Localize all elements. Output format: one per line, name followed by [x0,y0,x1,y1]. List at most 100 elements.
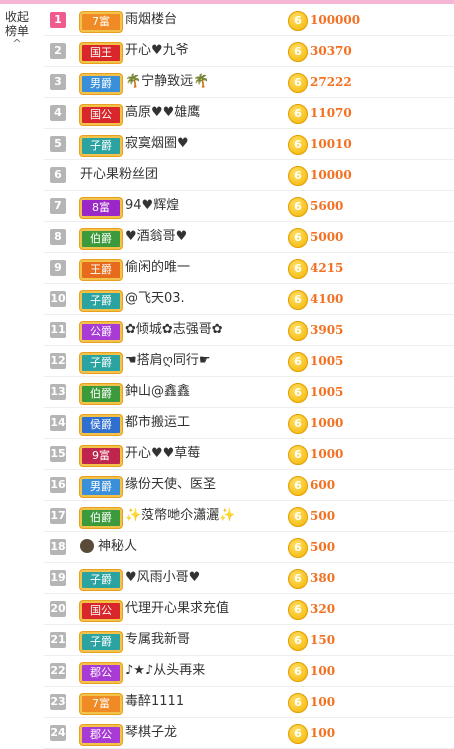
rank-number: 21 [50,632,66,648]
ranking-row[interactable]: 6 开心果粉丝团 6 10000 [44,160,454,191]
user-name[interactable]: 🌴宁静致远🌴 [125,67,209,97]
user-name[interactable]: 偷闲的唯一 [125,253,190,283]
ranking-row[interactable]: 8 伯爵 ♥酒翁哥♥ 6 5000 [44,222,454,253]
coin-icon: 6 [288,197,308,217]
user-name[interactable]: 开心♥九爷 [125,36,189,66]
ranking-row[interactable]: 12 子爵 ☚搭肩ღ同行☛ 6 1005 [44,346,454,377]
rank-number: 22 [50,663,66,679]
user-name[interactable]: ✨莈幣哋尒瀟灑✨ [125,501,235,531]
user-name[interactable]: ♥酒翁哥♥ [125,222,187,252]
user-name[interactable]: 代理开心果求充值 [125,594,229,624]
ranking-row[interactable]: 10 子爵 @飞天03. 6 4100 [44,284,454,315]
ranking-row[interactable]: 16 男爵 缘份天使、医圣 6 600 [44,470,454,501]
ranking-row[interactable]: 23 7富 毒醉1111 6 100 [44,687,454,718]
coin-icon: 6 [288,352,308,372]
rank-number: 13 [50,384,66,400]
user-name[interactable]: 毒醉1111 [125,687,184,717]
score-value: 30370 [310,44,352,58]
score-value: 5600 [310,199,344,213]
ranking-row[interactable]: 3 男爵 🌴宁静致远🌴 6 27222 [44,67,454,98]
user-name[interactable]: 94♥辉煌 [125,191,179,221]
collapse-label-line1: 收起 [4,10,29,24]
user-name[interactable]: ✿倾城✿志强哥✿ [125,315,223,345]
rank-title-badge: 伯爵 [80,384,122,404]
score-value: 100 [310,726,336,740]
ranking-row[interactable]: 24 郡公 琴棋子龙 6 100 [44,718,454,749]
ranking-row[interactable]: 14 侯爵 都市搬运工 6 1000 [44,408,454,439]
score-value: 1000 [310,447,344,461]
user-name[interactable]: 缘份天使、医圣 [125,470,216,500]
score-value: 500 [310,540,336,554]
ranking-row[interactable]: 20 国公 代理开心果求充值 6 320 [44,594,454,625]
ranking-row[interactable]: 21 子爵 专属我新哥 6 150 [44,625,454,656]
rank-title-badge: 子爵 [80,136,122,156]
ranking-list: 1 7富 雨烟楼台 6 100000 2 国王 开心♥九爷 6 30370 3 男爵 🌴宁静致远🌴 6 27… [44,5,454,749]
user-name[interactable]: 鈡山@鑫鑫 [125,377,190,407]
user-name[interactable]: ♥风雨小哥♥ [125,563,200,593]
rank-number: 6 [50,167,66,183]
rank-title-badge: 郡公 [80,725,122,745]
collapse-ranking-button[interactable]: 收起 榜单 ^ [0,4,34,66]
user-name[interactable]: 雨烟楼台 [125,5,177,35]
ranking-row[interactable]: 22 郡公 ♪★♪从头再来 6 100 [44,656,454,687]
score-value: 600 [310,478,336,492]
rank-number: 15 [50,446,66,462]
rank-number: 10 [50,291,66,307]
rank-title-badge: 国公 [80,601,122,621]
rank-number: 23 [50,694,66,710]
coin-icon: 6 [288,445,308,465]
rank-title-badge: 子爵 [80,570,122,590]
ranking-row[interactable]: 18 神秘人 6 500 [44,532,454,563]
rank-number: 14 [50,415,66,431]
ranking-row[interactable]: 17 伯爵 ✨莈幣哋尒瀟灑✨ 6 500 [44,501,454,532]
ranking-row[interactable]: 11 公爵 ✿倾城✿志强哥✿ 6 3905 [44,315,454,346]
score-value: 1005 [310,354,344,368]
ranking-row[interactable]: 4 国公 高原♥♥雄鹰 6 11070 [44,98,454,129]
ranking-row[interactable]: 9 王爵 偷闲的唯一 6 4215 [44,253,454,284]
collapse-label-line2: 榜单 [4,24,29,38]
rank-number: 19 [50,570,66,586]
coin-icon: 6 [288,321,308,341]
coin-icon: 6 [288,290,308,310]
rank-title-badge: 伯爵 [80,229,122,249]
score-value: 1000 [310,416,344,430]
ranking-row[interactable]: 19 子爵 ♥风雨小哥♥ 6 380 [44,563,454,594]
score-value: 500 [310,509,336,523]
rank-title-badge: 8富 [80,198,122,218]
user-name[interactable]: 开心♥♥草莓 [125,439,200,469]
user-name[interactable]: ♪★♪从头再来 [125,656,205,686]
user-name[interactable]: 神秘人 [98,532,137,562]
user-name[interactable]: 琴棋子龙 [125,718,177,748]
coin-icon: 6 [288,600,308,620]
coin-icon: 6 [288,11,308,31]
rank-title-badge: 子爵 [80,353,122,373]
coin-icon: 6 [288,507,308,527]
ranking-row[interactable]: 5 子爵 寂寞烟圈♥ 6 10010 [44,129,454,160]
rank-title-badge: 郡公 [80,663,122,683]
rank-number: 3 [50,74,66,90]
ranking-row[interactable]: 13 伯爵 鈡山@鑫鑫 6 1005 [44,377,454,408]
ranking-row[interactable]: 2 国王 开心♥九爷 6 30370 [44,36,454,67]
coin-icon: 6 [288,662,308,682]
ranking-row[interactable]: 15 9富 开心♥♥草莓 6 1000 [44,439,454,470]
rank-number: 4 [50,105,66,121]
rank-title-badge: 9富 [80,446,122,466]
user-name[interactable]: @飞天03. [125,284,185,314]
score-value: 10010 [310,137,352,151]
chevron-up-icon: ^ [12,37,22,50]
user-name[interactable]: ☚搭肩ღ同行☛ [125,346,211,376]
rank-title-badge: 王爵 [80,260,122,280]
coin-icon: 6 [288,259,308,279]
ranking-row[interactable]: 1 7富 雨烟楼台 6 100000 [44,5,454,36]
user-name[interactable]: 都市搬运工 [125,408,190,438]
user-name[interactable]: 专属我新哥 [125,625,190,655]
user-name[interactable]: 寂寞烟圈♥ [125,129,189,159]
user-name[interactable]: 高原♥♥雄鹰 [125,98,200,128]
user-name[interactable]: 开心果粉丝团 [80,160,158,190]
rank-title-badge: 7富 [80,694,122,714]
rank-number: 17 [50,508,66,524]
score-value: 320 [310,602,336,616]
ranking-row[interactable]: 7 8富 94♥辉煌 6 5600 [44,191,454,222]
score-value: 11070 [310,106,352,120]
rank-title-badge: 国公 [80,105,122,125]
